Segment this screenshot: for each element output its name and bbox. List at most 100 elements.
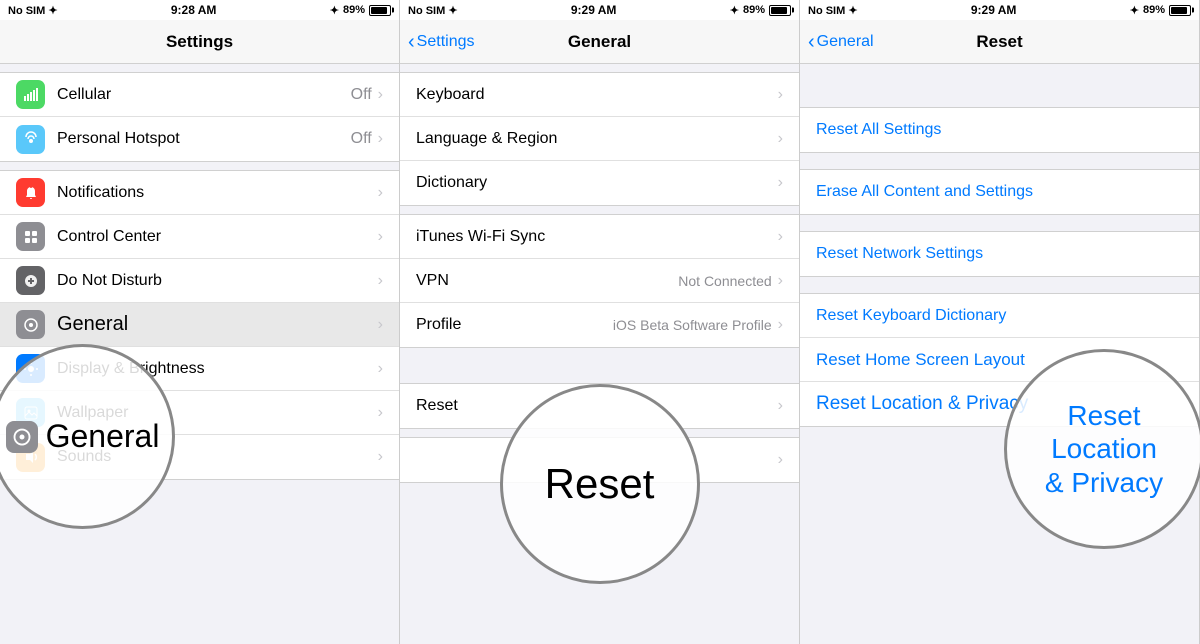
- profile-value: iOS Beta Software Profile: [613, 317, 772, 333]
- reset-location-item[interactable]: Reset Location & Privacy: [800, 382, 1199, 426]
- battery-icon-2: [769, 5, 791, 16]
- nav-bar-2: ‹ Settings General: [400, 20, 799, 64]
- vpn-value: Not Connected: [678, 273, 771, 289]
- reset-all-settings-label: Reset All Settings: [816, 121, 941, 139]
- cellular-icon: [16, 80, 45, 109]
- reset-group-3: Reset Network Settings: [800, 231, 1199, 277]
- keyboard-item[interactable]: Keyboard ›: [400, 73, 799, 117]
- status-left-3: No SIM ✦: [808, 4, 858, 17]
- battery-icon-1: [369, 5, 391, 16]
- wallpaper-item[interactable]: Wallpaper ›: [0, 391, 399, 435]
- general-icon: [16, 310, 45, 339]
- sounds-label: Sounds: [57, 448, 378, 466]
- back-chevron-3: ‹: [808, 32, 815, 52]
- nav-title-1: Settings: [166, 32, 233, 52]
- reset-group-4: Reset Keyboard Dictionary Reset Home Scr…: [800, 293, 1199, 427]
- personal-hotspot-item[interactable]: Personal Hotspot Off ›: [0, 117, 399, 161]
- no-sim-label-3: No SIM ✦: [808, 4, 858, 17]
- language-region-item[interactable]: Language & Region ›: [400, 117, 799, 161]
- back-label-3: General: [817, 33, 874, 51]
- itunes-wifi-sync-item[interactable]: iTunes Wi-Fi Sync ›: [400, 215, 799, 259]
- general-section-reset: Reset ›: [400, 383, 799, 429]
- reset-label: Reset: [416, 397, 778, 415]
- hotspot-label: Personal Hotspot: [57, 130, 351, 148]
- notifications-chevron: ›: [378, 184, 383, 202]
- status-right-3: ✦ 89%: [1130, 4, 1191, 17]
- vpn-chevron: ›: [778, 272, 783, 290]
- wallpaper-icon: [16, 398, 45, 427]
- general-label: General: [57, 313, 378, 336]
- battery-percent-2: 89%: [743, 4, 765, 16]
- language-label: Language & Region: [416, 130, 778, 148]
- reset-keyboard-label: Reset Keyboard Dictionary: [816, 307, 1006, 325]
- reset-group-1: Reset All Settings: [800, 107, 1199, 153]
- display-brightness-item[interactable]: Display & Brightness ›: [0, 347, 399, 391]
- panel-general: No SIM ✦ 9:29 AM ✦ 89% ‹ Settings Genera…: [400, 0, 800, 644]
- control-center-chevron: ›: [378, 228, 383, 246]
- dictionary-label: Dictionary: [416, 174, 778, 192]
- time-1: 9:28 AM: [171, 3, 217, 17]
- nav-bar-1: Settings: [0, 20, 399, 64]
- bluetooth-icon-1: ✦: [330, 4, 339, 17]
- profile-chevron: ›: [778, 316, 783, 334]
- profile-label: Profile: [416, 316, 613, 334]
- reset-keyboard-item[interactable]: Reset Keyboard Dictionary: [800, 294, 1199, 338]
- display-icon: [16, 354, 45, 383]
- display-chevron: ›: [378, 360, 383, 378]
- control-center-label: Control Center: [57, 228, 378, 246]
- reset-group-2: Erase All Content and Settings: [800, 169, 1199, 215]
- no-sim-label-2: No SIM ✦: [408, 4, 458, 17]
- reset-network-item[interactable]: Reset Network Settings: [800, 232, 1199, 276]
- cellular-label: Cellular: [57, 86, 351, 104]
- sounds-chevron: ›: [378, 448, 383, 466]
- battery-percent-1: 89%: [343, 4, 365, 16]
- do-not-disturb-item[interactable]: Do Not Disturb ›: [0, 259, 399, 303]
- bluetooth-icon-3: ✦: [1130, 4, 1139, 17]
- back-chevron-2: ‹: [408, 32, 415, 52]
- control-center-item[interactable]: Control Center ›: [0, 215, 399, 259]
- control-center-icon: [16, 222, 45, 251]
- dnd-label: Do Not Disturb: [57, 272, 378, 290]
- battery-icon-3: [1169, 5, 1191, 16]
- dictionary-item[interactable]: Dictionary ›: [400, 161, 799, 205]
- status-bar-1: No SIM ✦ 9:28 AM ✦ 89%: [0, 0, 399, 20]
- notifications-icon: [16, 178, 45, 207]
- reset-all-settings-item[interactable]: Reset All Settings: [800, 108, 1199, 152]
- keyboard-chevron: ›: [778, 86, 783, 104]
- extra-item-1[interactable]: ›: [400, 438, 799, 482]
- hotspot-icon: [16, 125, 45, 154]
- bluetooth-icon-2: ✦: [730, 4, 739, 17]
- settings-back-button[interactable]: ‹ Settings: [408, 32, 474, 52]
- cellular-item[interactable]: Cellular Off ›: [0, 73, 399, 117]
- erase-all-item[interactable]: Erase All Content and Settings: [800, 170, 1199, 214]
- wallpaper-chevron: ›: [378, 404, 383, 422]
- time-3: 9:29 AM: [971, 3, 1017, 17]
- status-bar-2: No SIM ✦ 9:29 AM ✦ 89%: [400, 0, 799, 20]
- profile-item[interactable]: Profile iOS Beta Software Profile ›: [400, 303, 799, 347]
- vpn-label: VPN: [416, 272, 678, 290]
- general-back-button[interactable]: ‹ General: [808, 32, 874, 52]
- general-section-input: Keyboard › Language & Region › Dictionar…: [400, 72, 799, 206]
- sounds-item[interactable]: Sounds ›: [0, 435, 399, 479]
- sep-1: [800, 153, 1199, 161]
- language-chevron: ›: [778, 130, 783, 148]
- notifications-label: Notifications: [57, 184, 378, 202]
- wallpaper-label: Wallpaper: [57, 404, 378, 422]
- time-2: 9:29 AM: [571, 3, 617, 17]
- general-item[interactable]: General ›: [0, 303, 399, 347]
- general-chevron: ›: [378, 316, 383, 334]
- hotspot-value: Off: [351, 130, 372, 148]
- reset-location-label: Reset Location & Privacy: [816, 393, 1028, 415]
- sounds-icon: [16, 443, 45, 472]
- reset-top-gap: [800, 64, 1199, 99]
- vpn-item[interactable]: VPN Not Connected ›: [400, 259, 799, 303]
- sep-3: [800, 277, 1199, 285]
- reset-chevron: ›: [778, 397, 783, 415]
- settings-section-network: Cellular Off › Personal Hotspot Off ›: [0, 72, 399, 162]
- reset-home-screen-item[interactable]: Reset Home Screen Layout: [800, 338, 1199, 382]
- reset-nav-item[interactable]: Reset ›: [400, 384, 799, 428]
- dnd-chevron: ›: [378, 272, 383, 290]
- hotspot-chevron: ›: [378, 130, 383, 148]
- notifications-item[interactable]: Notifications ›: [0, 171, 399, 215]
- status-right-2: ✦ 89%: [730, 4, 791, 17]
